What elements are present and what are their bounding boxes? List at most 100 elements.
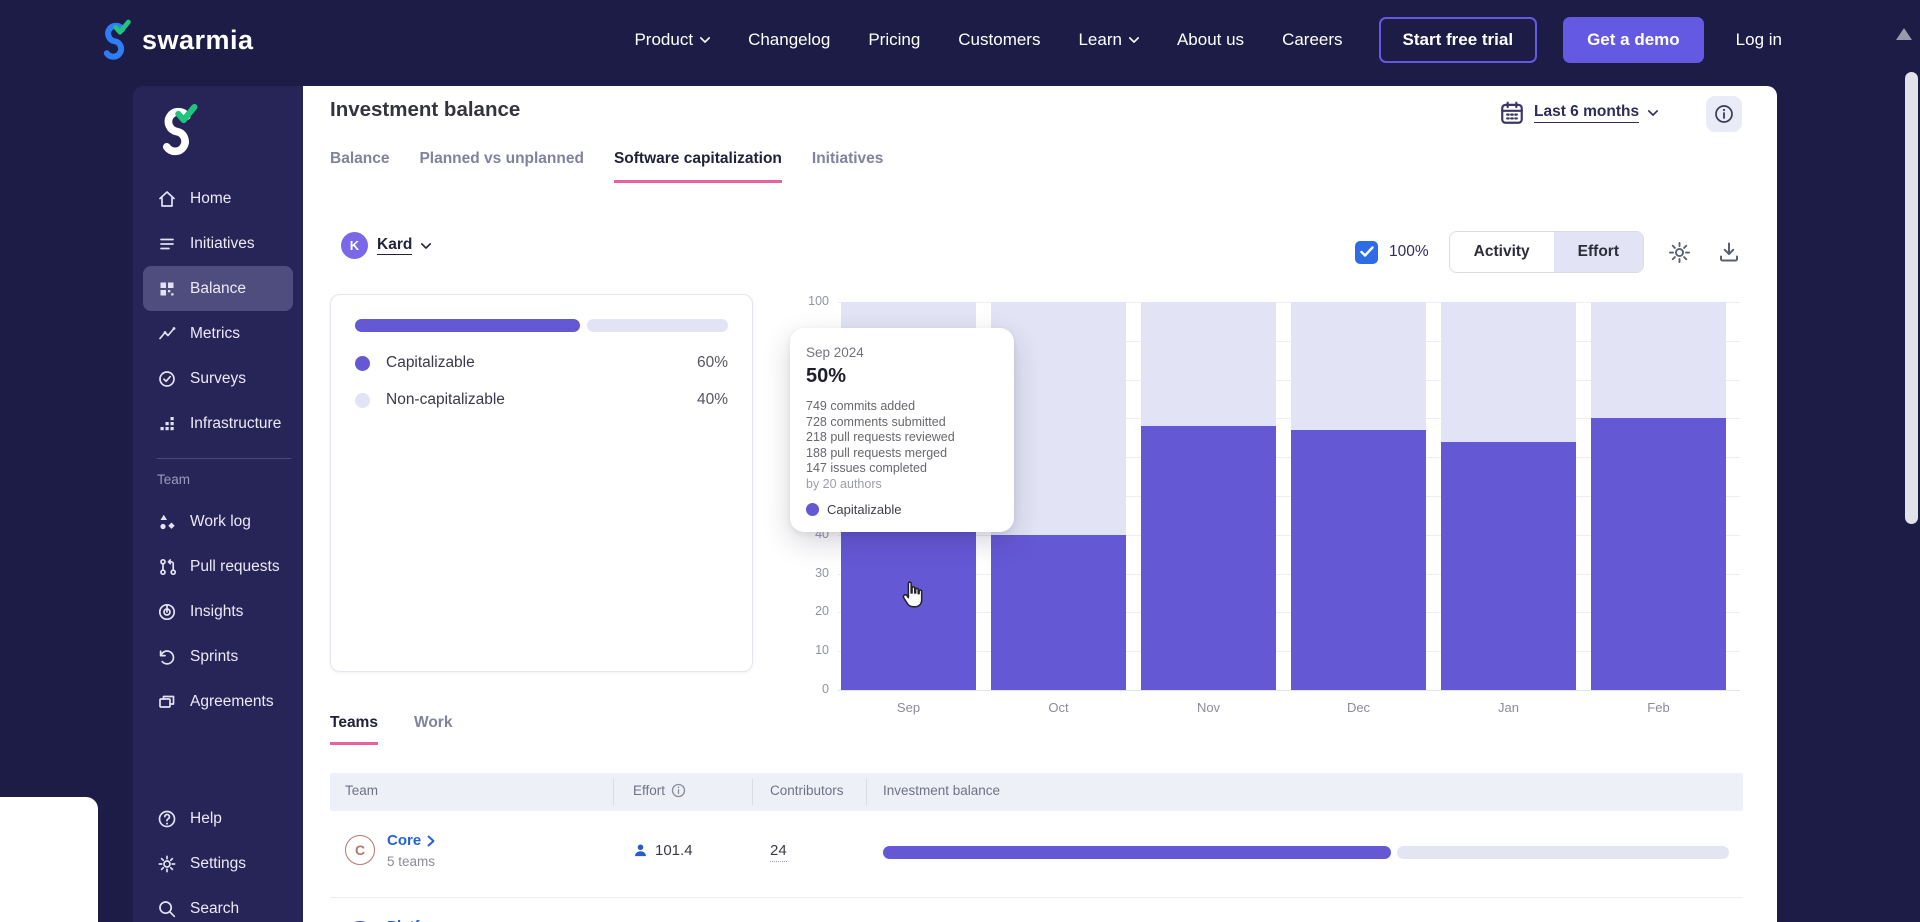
tab-balance[interactable]: Balance: [330, 150, 389, 183]
effort-value: 101.4: [633, 842, 693, 859]
sidebar-item-insights[interactable]: Insights: [133, 589, 303, 634]
tab-work[interactable]: Work: [414, 714, 452, 745]
gear-icon: [1668, 241, 1690, 263]
swarmia-logo[interactable]: swarmia: [96, 17, 254, 63]
download-button[interactable]: [1714, 237, 1744, 267]
chart-settings-button[interactable]: [1664, 237, 1694, 267]
toggle-option-activity[interactable]: Activity: [1449, 232, 1554, 272]
legend-label: Non-capitalizable: [386, 391, 505, 408]
sidebar-item-search[interactable]: Search: [133, 886, 303, 922]
column-header-team[interactable]: Team: [345, 783, 378, 798]
chart-tooltip: Sep 2024 50% 749 commits added 728 commen…: [790, 328, 1014, 532]
capitalizable-dot-icon: [355, 355, 370, 371]
legend-value: 60%: [696, 354, 728, 371]
legend-value: 40%: [696, 391, 728, 408]
sidebar-item-balance[interactable]: Balance: [143, 266, 293, 311]
bar-capitalizable-jan[interactable]: [1441, 441, 1576, 690]
toggle-option-effort[interactable]: Effort: [1553, 232, 1643, 272]
bar-capitalizable-oct[interactable]: [991, 534, 1126, 690]
date-range-selector[interactable]: Last 6 months: [1499, 100, 1659, 126]
bar-capitalizable-feb[interactable]: [1591, 418, 1726, 690]
investment-balance-bar: [883, 846, 1729, 859]
app-sidebar: Home Initiatives Balance Metrics Surveys Infr…: [133, 86, 303, 922]
sidebar-item-help[interactable]: Help: [133, 796, 303, 841]
log-in-link[interactable]: Log in: [1736, 30, 1782, 50]
column-divider: [752, 779, 753, 805]
sidebar-team-label: Team: [157, 472, 191, 487]
brand-text: swarmia: [142, 24, 254, 55]
chevron-down-icon: [1128, 37, 1139, 43]
tab-software-capitalization[interactable]: Software capitalization: [613, 150, 782, 183]
nav-link-about-us[interactable]: About us: [1177, 30, 1244, 50]
teams-work-tabs: Teams Work: [330, 714, 452, 745]
bar-capitalizable-dec[interactable]: [1291, 430, 1426, 690]
tooltip-stat-line: 749 commits added: [806, 399, 916, 413]
sidebar-item-surveys[interactable]: Surveys: [133, 356, 303, 401]
nav-link-learn[interactable]: Learn: [1078, 30, 1139, 50]
page: swarmia Product Changelog Pricing Customers…: [0, 0, 1920, 922]
tooltip-stat-line: 728 comments submitted: [806, 414, 946, 429]
y-axis-tick-label: 10: [815, 643, 829, 658]
scrollbar-up-arrow[interactable]: [1896, 28, 1912, 40]
nav-link-product[interactable]: Product: [634, 30, 711, 50]
agreements-icon: [157, 692, 177, 712]
sidebar-team-menu: Work log Pull requests Insights Sprints Agre…: [133, 499, 303, 724]
sidebar-item-label: Sprints: [190, 647, 239, 665]
sidebar-divider: [157, 458, 291, 459]
percent-checkbox-control[interactable]: 100%: [1355, 240, 1429, 264]
tab-initiatives[interactable]: Initiatives: [812, 150, 884, 183]
x-axis-tick-label: Dec: [1346, 700, 1371, 715]
column-header-effort[interactable]: Effort: [633, 783, 686, 798]
x-axis-tick-label: Sep: [896, 700, 921, 715]
nav-link-customers[interactable]: Customers: [958, 30, 1040, 50]
get-a-demo-button[interactable]: Get a demo: [1563, 17, 1704, 63]
chart-controls: 100% Activity Effort: [1355, 231, 1744, 273]
sidebar-item-work-log[interactable]: Work log: [133, 499, 303, 544]
settings-icon: [157, 854, 177, 874]
bar-capitalizable-nov[interactable]: [1141, 426, 1276, 690]
sidebar-logo-icon: [162, 103, 198, 156]
sidebar-item-settings[interactable]: Settings: [133, 841, 303, 886]
nav-link-changelog[interactable]: Changelog: [748, 30, 830, 50]
sidebar-item-label: Surveys: [190, 369, 246, 387]
x-axis-tick-label: Oct: [1048, 700, 1069, 715]
sidebar-item-infrastructure[interactable]: Infrastructure: [133, 401, 303, 446]
sidebar-item-label: Home: [190, 189, 232, 207]
capitalizable-bar-segment: [355, 319, 580, 332]
row-divider: [330, 897, 1743, 898]
contributors-value[interactable]: 24: [770, 842, 787, 862]
tooltip-stat-line: 147 issues completed: [806, 461, 927, 475]
sidebar-item-home[interactable]: Home: [133, 176, 303, 221]
column-header-contributors[interactable]: Contributors: [770, 783, 844, 798]
info-icon: [1715, 105, 1733, 123]
scrollbar-thumb[interactable]: [1905, 72, 1918, 524]
capitalizable-bar-segment: [883, 846, 1391, 859]
team-link-platform[interactable]: Platform: [387, 918, 448, 922]
activity-effort-toggle: Activity Effort: [1448, 231, 1644, 273]
sidebar-item-label: Metrics: [190, 324, 240, 342]
nav-link-careers[interactable]: Careers: [1282, 30, 1342, 50]
checkbox-checked-icon[interactable]: [1355, 240, 1379, 264]
y-axis-tick-label: 100: [808, 294, 829, 308]
tooltip-stats: 749 commits added 728 comments submitted 2…: [806, 399, 998, 477]
column-header-investment-balance[interactable]: Investment balance: [883, 783, 1000, 798]
nav-link-pricing[interactable]: Pricing: [868, 30, 920, 50]
sidebar-item-label: Settings: [190, 854, 247, 872]
info-button[interactable]: [1706, 96, 1742, 132]
tab-planned-vs-unplanned[interactable]: Planned vs unplanned: [419, 150, 584, 183]
start-free-trial-button[interactable]: Start free trial: [1378, 17, 1538, 63]
sidebar-item-metrics[interactable]: Metrics: [133, 311, 303, 356]
team-link-core[interactable]: Core: [387, 832, 437, 849]
column-divider: [613, 779, 614, 805]
app-main: Investment balance Last 6 months Balance…: [303, 86, 1777, 922]
sidebar-item-label: Infrastructure: [190, 414, 282, 432]
sidebar-item-label: Initiatives: [190, 234, 255, 252]
sidebar-item-pull-requests[interactable]: Pull requests: [133, 544, 303, 589]
tab-teams[interactable]: Teams: [330, 714, 378, 745]
sidebar-main-menu: Home Initiatives Balance Metrics Surveys Infr…: [133, 176, 303, 446]
team-filter[interactable]: K Kard: [341, 232, 432, 259]
sidebar-item-sprints[interactable]: Sprints: [133, 634, 303, 679]
x-axis-tick-label: Nov: [1196, 700, 1221, 715]
sidebar-item-agreements[interactable]: Agreements: [133, 679, 303, 724]
sidebar-item-initiatives[interactable]: Initiatives: [133, 221, 303, 266]
